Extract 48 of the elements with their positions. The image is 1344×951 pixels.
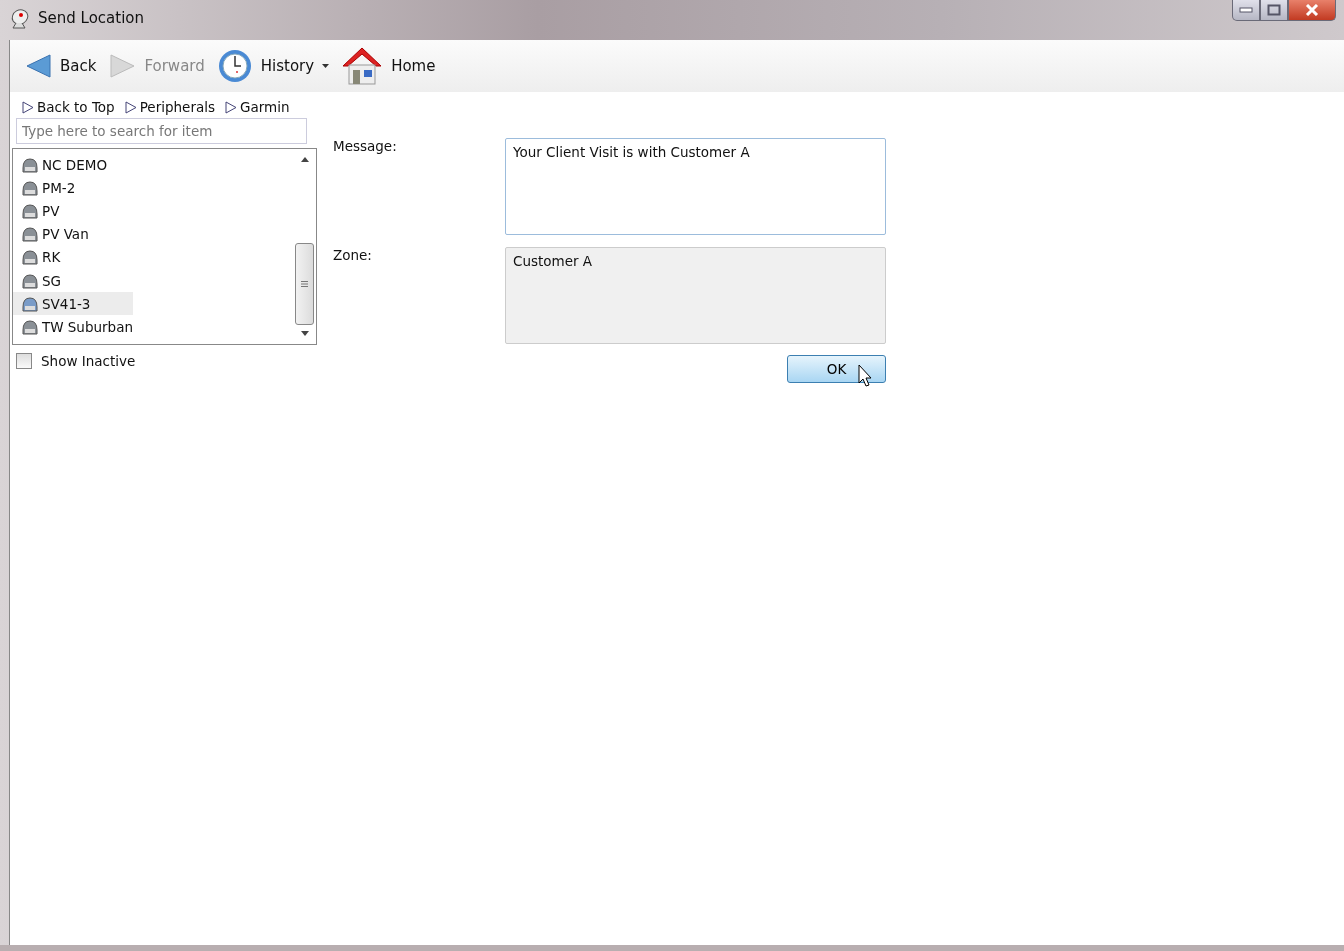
vehicle-icon [21, 248, 39, 267]
checkbox-label: Show Inactive [41, 353, 136, 369]
list-item[interactable]: RK [13, 245, 133, 269]
back-arrow-icon [24, 52, 52, 80]
field-label: Message: [333, 138, 398, 156]
back-button[interactable]: Back [20, 44, 101, 88]
minimize-button[interactable] [1232, 0, 1260, 21]
vehicle-icon [21, 201, 39, 220]
search-field[interactable]: Type here to search for item [16, 118, 307, 144]
close-icon [1305, 4, 1319, 16]
vehicle-icon [21, 155, 39, 174]
list-item[interactable]: PV Van [13, 222, 133, 246]
list-item[interactable]: TW Suburban [13, 315, 133, 339]
breadcrumb-link[interactable]: Back to Top [22, 96, 115, 118]
vehicle-icon [21, 225, 39, 244]
vehicle-icon [21, 178, 39, 197]
vehicle-icon [21, 317, 39, 336]
maximize-icon [1267, 4, 1281, 16]
minimize-icon [1239, 7, 1253, 13]
list-item[interactable]: PV [13, 199, 133, 223]
home-button[interactable]: Home [337, 44, 440, 88]
breadcrumb-link[interactable]: Peripherals [124, 96, 215, 118]
list-item[interactable]: PM-2 [13, 176, 133, 200]
breadcrumb-link[interactable]: Garmin [225, 96, 290, 118]
list-item[interactable]: SV41-3 [13, 292, 133, 316]
cursor-icon [858, 364, 874, 388]
ok-button[interactable]: OK [787, 355, 886, 383]
scroll-thumb[interactable] [295, 243, 314, 325]
dropdown-caret-icon [322, 64, 330, 68]
scroll-down-icon[interactable] [301, 331, 309, 336]
scroll-up-icon[interactable] [301, 157, 309, 162]
clock-icon [216, 48, 253, 84]
field-label: Zone: [333, 247, 373, 265]
vehicle-icon [21, 271, 39, 290]
list-item[interactable]: NC DEMO [13, 153, 133, 177]
triangle-icon [225, 100, 237, 114]
triangle-icon [22, 100, 34, 114]
forward-arrow-icon [108, 52, 137, 80]
triangle-icon [124, 100, 137, 114]
maximize-button[interactable] [1260, 0, 1288, 21]
house-icon [341, 46, 384, 86]
list-item[interactable]: SG [13, 268, 133, 293]
message-field[interactable]: Your Client Visit is with Customer A [505, 138, 886, 235]
close-button[interactable] [1288, 0, 1336, 21]
vehicle-icon [21, 294, 39, 313]
checkbox[interactable] [16, 353, 32, 369]
window-title: Send Location [38, 9, 144, 27]
history-button[interactable]: History [212, 44, 334, 88]
